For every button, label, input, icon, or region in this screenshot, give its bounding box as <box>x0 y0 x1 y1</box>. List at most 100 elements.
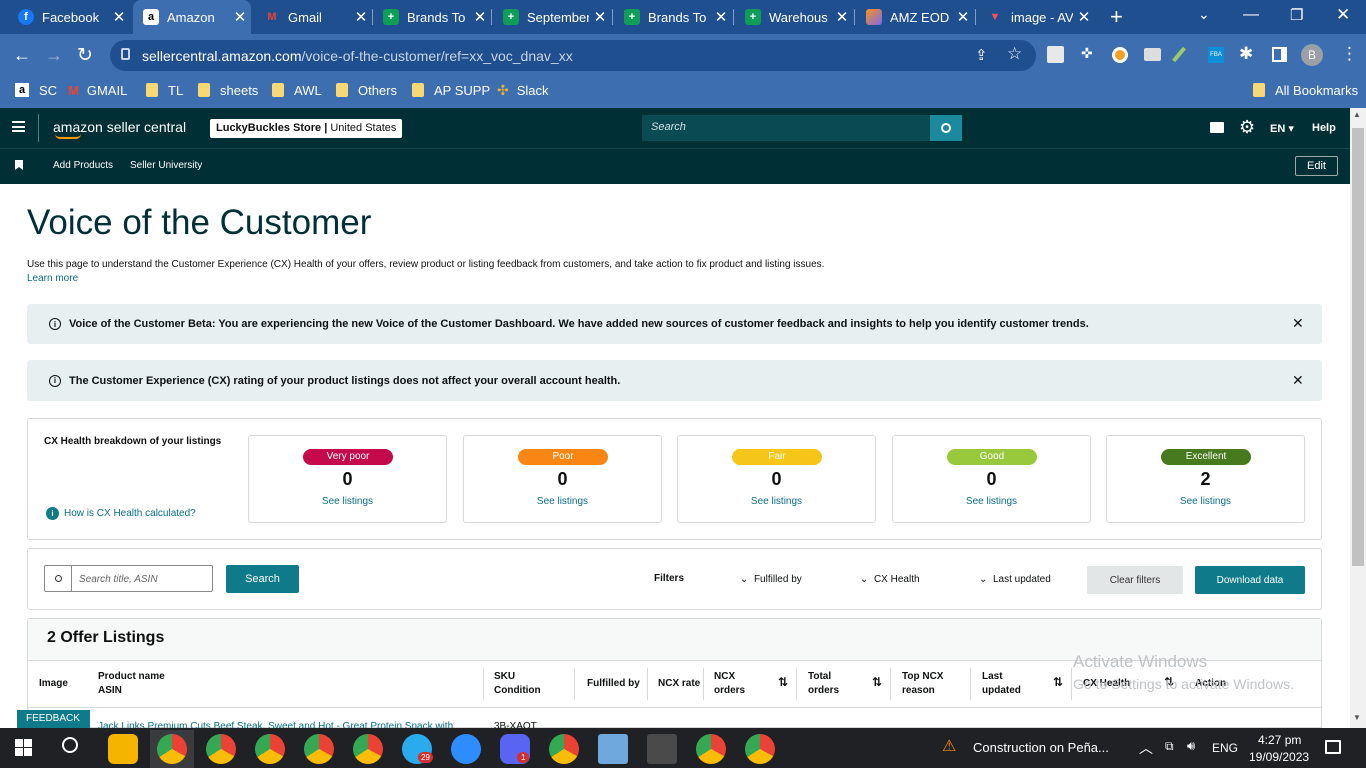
profile-avatar[interactable]: B <box>1301 44 1323 66</box>
download-data-button[interactable]: Download data <box>1195 566 1305 594</box>
bookmark-folder-tl[interactable]: TL <box>146 76 183 104</box>
bookmark-gmail[interactable]: M GMAIL <box>68 76 127 104</box>
notes-app-icon[interactable] <box>598 734 628 764</box>
store-selector[interactable]: LuckyBuckles Store | United States <box>210 119 403 138</box>
help-link[interactable]: Help <box>1312 122 1336 134</box>
last-updated-dropdown[interactable]: ⌄ Last updated <box>979 574 1051 585</box>
see-listings-link[interactable]: See listings <box>678 496 875 507</box>
minimize-button[interactable]: — <box>1243 6 1259 24</box>
clear-filters-button[interactable]: Clear filters <box>1087 566 1183 594</box>
share-icon[interactable]: ⇪ <box>975 46 988 64</box>
chrome-icon[interactable] <box>304 734 334 764</box>
bookmark-slack[interactable]: ✣ Slack <box>497 76 549 104</box>
how-calculated-link[interactable]: How is CX Health calculated? <box>64 508 196 519</box>
bookmark-folder-awl[interactable]: AWL <box>272 76 322 104</box>
close-tab-icon[interactable]: ✕ <box>229 8 251 26</box>
bookmark-folder-ap-supp[interactable]: AP SUPP <box>412 76 490 104</box>
edit-nav-button[interactable]: Edit <box>1295 156 1338 176</box>
chrome-icon[interactable] <box>206 734 236 764</box>
close-tab-icon[interactable]: ✕ <box>350 8 372 26</box>
sort-icon[interactable]: ⇅ <box>778 675 788 689</box>
address-bar[interactable]: sellercentral.amazon.com/voice-of-the-cu… <box>110 40 1036 71</box>
weather-news-widget[interactable]: Construction on Peña... <box>973 740 1109 755</box>
chrome-icon[interactable] <box>696 734 726 764</box>
taskbar-search-icon[interactable] <box>62 737 78 753</box>
tab-amz-eod[interactable]: AMZ EOD ✕ <box>856 0 974 34</box>
tab-amazon[interactable]: a Amazon ✕ <box>133 0 251 34</box>
tab-september[interactable]: + September ✕ <box>493 0 611 34</box>
language-indicator[interactable]: ENG <box>1212 741 1238 755</box>
restore-button[interactable]: ❐ <box>1290 6 1303 24</box>
chevron-up-icon[interactable]: ︿ <box>1139 738 1153 758</box>
clock-date[interactable]: 19/09/2023 <box>1249 750 1309 764</box>
seller-central-logo[interactable]: amazon seller central <box>53 119 186 135</box>
scroll-up-arrow[interactable]: ▲ <box>1353 110 1361 119</box>
side-panel-icon[interactable] <box>1272 47 1287 62</box>
tab-search-icon[interactable]: ⌄ <box>1198 6 1210 23</box>
volume-icon[interactable]: 🔊︎ <box>1187 738 1195 754</box>
listing-search-input[interactable]: Search title, ASIN <box>44 565 213 592</box>
tab-warehouse[interactable]: + Warehous ✕ <box>735 0 853 34</box>
col-ncx-orders[interactable]: NCX orders <box>714 670 745 698</box>
tab-facebook[interactable]: f Facebook ✕ <box>8 0 130 34</box>
back-button[interactable]: ← <box>13 45 31 66</box>
nav-add-products[interactable]: Add Products <box>53 160 113 171</box>
global-search-button[interactable] <box>930 115 962 141</box>
close-tab-icon[interactable]: ✕ <box>1073 8 1095 26</box>
see-listings-link[interactable]: See listings <box>464 496 661 507</box>
network-icon[interactable]: ⧉ <box>1165 739 1174 754</box>
extension-icon[interactable]: ✜ <box>1081 45 1093 62</box>
chrome-icon[interactable] <box>353 734 383 764</box>
close-tab-icon[interactable]: ✕ <box>469 8 491 26</box>
zoom-icon[interactable] <box>451 734 481 764</box>
close-alert-icon[interactable]: ✕ <box>1292 315 1304 332</box>
windows-start-icon[interactable] <box>15 739 32 756</box>
bookmark-folder-sheets[interactable]: sheets <box>198 76 258 104</box>
col-total-orders[interactable]: Total orders <box>808 670 839 698</box>
see-listings-link[interactable]: See listings <box>1107 496 1304 507</box>
see-listings-link[interactable]: See listings <box>893 496 1090 507</box>
fba-extension-icon[interactable]: FBA <box>1208 47 1224 63</box>
calculator-icon[interactable] <box>647 734 677 764</box>
mail-icon[interactable] <box>1210 122 1224 133</box>
extensions-puzzle-icon[interactable]: ✱ <box>1239 44 1253 64</box>
tab-brands-to-2[interactable]: + Brands To ✕ <box>614 0 732 34</box>
chrome-icon[interactable] <box>157 734 187 764</box>
cx-health-dropdown[interactable]: ⌄ CX Health <box>860 574 920 585</box>
close-tab-icon[interactable]: ✕ <box>589 8 611 26</box>
col-last-updated[interactable]: Last updated <box>982 670 1021 698</box>
close-alert-icon[interactable]: ✕ <box>1292 372 1304 389</box>
nav-seller-university[interactable]: Seller University <box>130 160 202 171</box>
scrollbar-thumb[interactable] <box>1352 128 1364 566</box>
sort-icon[interactable]: ⇅ <box>1053 675 1063 689</box>
clock-time[interactable]: 4:27 pm <box>1258 733 1301 747</box>
extension-icon[interactable] <box>1112 47 1128 63</box>
camera-extension-icon[interactable] <box>1144 48 1161 61</box>
close-tab-icon[interactable]: ✕ <box>952 8 974 26</box>
see-listings-link[interactable]: See listings <box>249 496 446 507</box>
chrome-icon[interactable] <box>745 734 775 764</box>
menu-kebab-icon[interactable]: ⋮ <box>1341 44 1358 64</box>
close-tab-icon[interactable]: ✕ <box>108 8 130 26</box>
listing-search-button[interactable]: Search <box>226 565 299 593</box>
forward-button[interactable]: → <box>45 45 63 66</box>
hamburger-menu-icon[interactable] <box>12 121 25 132</box>
tab-brands-to[interactable]: + Brands To ✕ <box>373 0 491 34</box>
close-window-button[interactable]: ✕ <box>1336 5 1350 25</box>
tab-gmail[interactable]: M Gmail ✕ <box>254 0 372 34</box>
gear-icon[interactable]: ⚙ <box>1239 117 1255 138</box>
notification-icon[interactable] <box>1325 740 1341 754</box>
chrome-icon[interactable] <box>549 734 579 764</box>
sort-icon[interactable]: ⇅ <box>872 675 882 689</box>
fulfilled-by-dropdown[interactable]: ⌄ Fulfilled by <box>740 574 802 585</box>
new-tab-button[interactable]: + <box>1110 4 1123 30</box>
language-selector[interactable]: EN ▾ <box>1270 122 1294 135</box>
bookmark-star-icon[interactable]: ☆ <box>1007 44 1022 64</box>
bookmark-folder-others[interactable]: Others <box>336 76 397 104</box>
taskbar-app-icon[interactable] <box>108 734 138 764</box>
chrome-icon[interactable] <box>255 734 285 764</box>
extension-icon[interactable] <box>1047 46 1064 63</box>
close-tab-icon[interactable]: ✕ <box>710 8 732 26</box>
all-bookmarks[interactable]: All Bookmarks <box>1253 76 1358 104</box>
bookmark-sc[interactable]: a SC <box>15 76 57 104</box>
